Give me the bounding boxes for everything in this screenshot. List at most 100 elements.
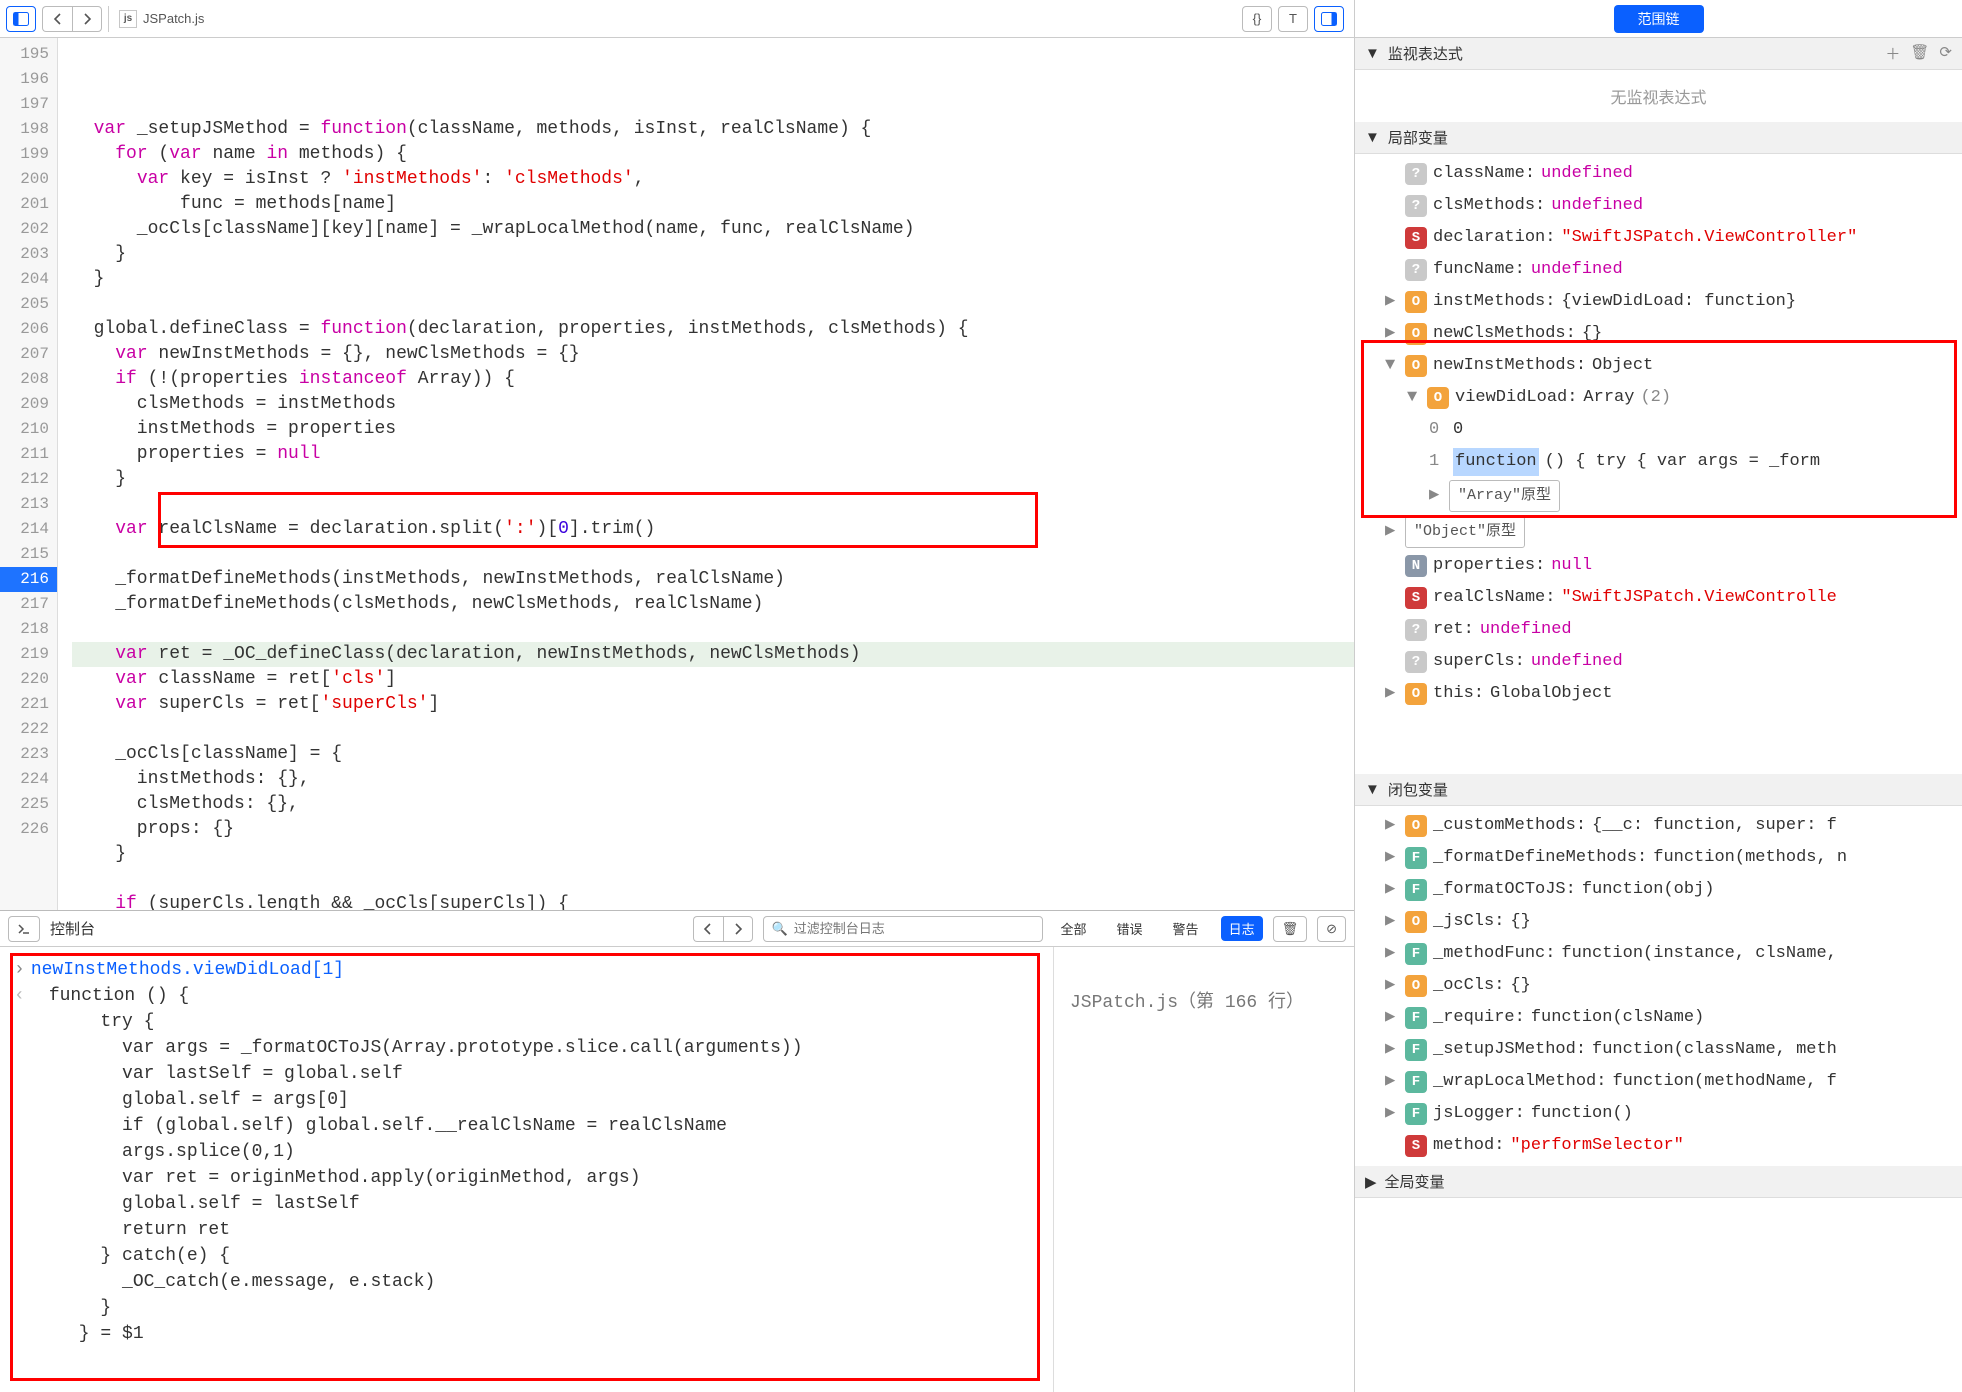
- code-line[interactable]: }: [72, 267, 1354, 292]
- watch-section-header[interactable]: ▼ 监视表达式 ＋ 🗑 ⟳: [1355, 38, 1962, 70]
- variable-row[interactable]: S method: "performSelector": [1355, 1130, 1962, 1162]
- variable-row[interactable]: ▼O newInstMethods: Object: [1355, 350, 1962, 382]
- variable-row[interactable]: ▶"Object"原型: [1355, 514, 1962, 550]
- code-line[interactable]: for (var name in methods) {: [72, 142, 1354, 167]
- tab-errors[interactable]: 错误: [1109, 916, 1151, 941]
- variable-row[interactable]: ▶O _customMethods: {__c: function, super…: [1355, 810, 1962, 842]
- refresh-watch-button[interactable]: ⟳: [1939, 43, 1952, 64]
- closure-title: 闭包变量: [1388, 779, 1448, 800]
- variable-row[interactable]: 00: [1355, 414, 1962, 446]
- code-line[interactable]: var _setupJSMethod = function(className,…: [72, 117, 1354, 142]
- console-toggle-icon[interactable]: [8, 916, 40, 942]
- code-line[interactable]: instMethods: {},: [72, 767, 1354, 792]
- code-line[interactable]: }: [72, 842, 1354, 867]
- variable-row[interactable]: ▶F _formatDefineMethods: function(method…: [1355, 842, 1962, 874]
- variable-row[interactable]: ▶F _formatOCToJS: function(obj): [1355, 874, 1962, 906]
- add-watch-button[interactable]: ＋: [1885, 43, 1900, 64]
- code-line[interactable]: clsMethods: {},: [72, 792, 1354, 817]
- code-line[interactable]: instMethods = properties: [72, 417, 1354, 442]
- scope-chain-tab[interactable]: 范围链: [1614, 5, 1704, 33]
- text-format-icon[interactable]: T: [1278, 6, 1308, 32]
- code-editor[interactable]: 1951961971981992002012022032042052062072…: [0, 38, 1354, 910]
- code-line[interactable]: _formatDefineMethods(clsMethods, newClsM…: [72, 592, 1354, 617]
- console-next-button[interactable]: [723, 916, 753, 942]
- code-line[interactable]: [72, 617, 1354, 642]
- variable-row[interactable]: ▶O this: GlobalObject: [1355, 678, 1962, 710]
- console-title: 控制台: [50, 918, 95, 939]
- code-line[interactable]: global.defineClass = function(declaratio…: [72, 317, 1354, 342]
- code-line[interactable]: var key = isInst ? 'instMethods': 'clsMe…: [72, 167, 1354, 192]
- tab-warnings[interactable]: 警告: [1165, 916, 1207, 941]
- file-type-icon: js: [119, 10, 137, 28]
- trash-button[interactable]: 🗑: [1273, 916, 1308, 942]
- local-section-header[interactable]: ▼ 局部变量: [1355, 122, 1962, 154]
- console-output[interactable]: ›newInstMethods.viewDidLoad[1] ‹function…: [0, 947, 1054, 1392]
- variable-row[interactable]: ▼O viewDidLoad: Array (2): [1355, 382, 1962, 414]
- console-filter-input[interactable]: [794, 921, 1034, 936]
- chevron-down-icon: ▼: [1365, 45, 1380, 62]
- variable-row[interactable]: ▶F jsLogger: function(): [1355, 1098, 1962, 1130]
- variable-row[interactable]: ▶O _ocCls: {}: [1355, 970, 1962, 1002]
- closure-section-header[interactable]: ▼ 闭包变量: [1355, 774, 1962, 806]
- variable-row[interactable]: ? funcName: undefined: [1355, 254, 1962, 286]
- tab-logs[interactable]: 日志: [1221, 916, 1263, 941]
- variable-row[interactable]: S realClsName: "SwiftJSPatch.ViewControl…: [1355, 582, 1962, 614]
- code-line[interactable]: properties = null: [72, 442, 1354, 467]
- code-line[interactable]: [72, 542, 1354, 567]
- variable-row[interactable]: ▶O _jsCls: {}: [1355, 906, 1962, 938]
- variable-row[interactable]: ▶F _require: function(clsName): [1355, 1002, 1962, 1034]
- code-line[interactable]: var superCls = ret['superCls']: [72, 692, 1354, 717]
- toggle-inspector-button[interactable]: [1314, 6, 1344, 32]
- variable-row[interactable]: S declaration: "SwiftJSPatch.ViewControl…: [1355, 222, 1962, 254]
- file-name: JSPatch.js: [143, 11, 204, 26]
- code-lines[interactable]: var _setupJSMethod = function(className,…: [58, 38, 1354, 910]
- file-tab[interactable]: js JSPatch.js: [108, 6, 214, 32]
- variable-row[interactable]: ? superCls: undefined: [1355, 646, 1962, 678]
- chevron-down-icon: ▼: [1365, 781, 1380, 798]
- code-line[interactable]: props: {}: [72, 817, 1354, 842]
- code-line[interactable]: if (superCls.length && _ocCls[superCls])…: [72, 892, 1354, 910]
- back-button[interactable]: [42, 6, 72, 32]
- inspector-panel: 范围链 ▼ 监视表达式 ＋ 🗑 ⟳ 无监视表达式 ▼ 局部变量 ? classN…: [1355, 0, 1962, 1392]
- variable-row[interactable]: ? ret: undefined: [1355, 614, 1962, 646]
- code-line[interactable]: _ocCls[className][key][name] = _wrapLoca…: [72, 217, 1354, 242]
- variable-row[interactable]: N properties: null: [1355, 550, 1962, 582]
- code-line[interactable]: if (!(properties instanceof Array)) {: [72, 367, 1354, 392]
- variable-row[interactable]: ? clsMethods: undefined: [1355, 190, 1962, 222]
- variable-row[interactable]: ? className: undefined: [1355, 158, 1962, 190]
- console-source-ref[interactable]: JSPatch.js（第 166 行）: [1054, 947, 1354, 1392]
- code-line[interactable]: var ret = _OC_defineClass(declaration, n…: [72, 642, 1354, 667]
- tab-all[interactable]: 全部: [1053, 916, 1095, 941]
- code-line[interactable]: [72, 867, 1354, 892]
- line-gutter: 1951961971981992002012022032042052062072…: [0, 38, 58, 910]
- code-line[interactable]: }: [72, 242, 1354, 267]
- variable-row[interactable]: ▶F _setupJSMethod: function(className, m…: [1355, 1034, 1962, 1066]
- variable-row[interactable]: 1function () { try { var args = _form: [1355, 446, 1962, 478]
- code-line[interactable]: [72, 717, 1354, 742]
- variable-row[interactable]: ▶F _methodFunc: function(instance, clsNa…: [1355, 938, 1962, 970]
- variable-row[interactable]: ▶O instMethods: {viewDidLoad: function}: [1355, 286, 1962, 318]
- clear-button[interactable]: ⊘: [1317, 916, 1346, 942]
- console-prev-button[interactable]: [693, 916, 723, 942]
- toggle-navigator-button[interactable]: [6, 6, 36, 32]
- global-section-header[interactable]: ▶ 全局变量: [1355, 1166, 1962, 1198]
- code-line[interactable]: }: [72, 467, 1354, 492]
- code-line[interactable]: clsMethods = instMethods: [72, 392, 1354, 417]
- search-icon: 🔍: [772, 921, 788, 937]
- code-line[interactable]: var realClsName = declaration.split(':')…: [72, 517, 1354, 542]
- code-line[interactable]: func = methods[name]: [72, 192, 1354, 217]
- code-line[interactable]: var className = ret['cls']: [72, 667, 1354, 692]
- console-filter[interactable]: 🔍: [763, 916, 1043, 942]
- braces-icon[interactable]: {}: [1242, 6, 1272, 32]
- variable-row[interactable]: ▶"Array"原型: [1355, 478, 1962, 514]
- code-line[interactable]: var newInstMethods = {}, newClsMethods =…: [72, 342, 1354, 367]
- variable-row[interactable]: ▶F _wrapLocalMethod: function(methodName…: [1355, 1066, 1962, 1098]
- forward-button[interactable]: [72, 6, 102, 32]
- code-line[interactable]: [72, 292, 1354, 317]
- delete-watch-button[interactable]: 🗑: [1910, 43, 1929, 64]
- variable-row[interactable]: ▶O newClsMethods: {}: [1355, 318, 1962, 350]
- global-title: 全局变量: [1385, 1171, 1445, 1192]
- code-line[interactable]: _ocCls[className] = {: [72, 742, 1354, 767]
- code-line[interactable]: [72, 492, 1354, 517]
- code-line[interactable]: _formatDefineMethods(instMethods, newIns…: [72, 567, 1354, 592]
